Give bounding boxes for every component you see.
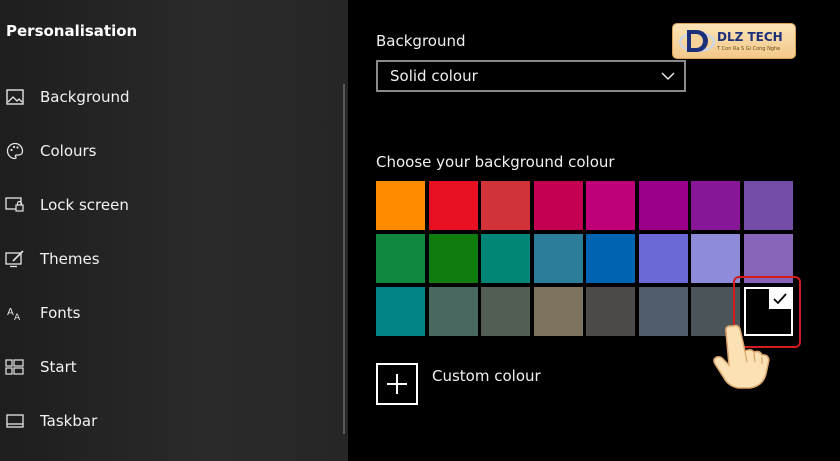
colour-swatch[interactable] <box>376 234 425 283</box>
sidebar-item-label: Lock screen <box>40 196 129 214</box>
colour-swatch[interactable] <box>691 181 740 230</box>
sidebar-item-label: Themes <box>40 250 100 268</box>
background-label: Background <box>376 32 466 50</box>
plus-icon <box>387 374 407 394</box>
colour-swatch[interactable] <box>534 287 583 336</box>
start-icon <box>5 358 25 376</box>
custom-colour-label[interactable]: Custom colour <box>432 367 541 385</box>
svg-text:A: A <box>7 307 14 318</box>
custom-colour-button[interactable] <box>376 363 418 405</box>
colour-swatch[interactable] <box>639 287 688 336</box>
colour-swatch[interactable] <box>429 234 478 283</box>
choose-colour-label: Choose your background colour <box>376 153 615 171</box>
colour-swatch[interactable] <box>586 287 635 336</box>
sidebar-item-label: Colours <box>40 142 97 160</box>
themes-icon <box>5 250 25 268</box>
sidebar-title: Personalisation <box>6 22 138 40</box>
colour-swatch[interactable] <box>429 181 478 230</box>
colour-swatch[interactable] <box>376 287 425 336</box>
sidebar-item-colours[interactable]: Colours <box>0 131 340 171</box>
logo-mark-icon <box>679 30 715 52</box>
colour-swatch[interactable] <box>639 234 688 283</box>
chevron-down-icon <box>660 68 676 84</box>
sidebar-item-taskbar[interactable]: Taskbar <box>0 401 340 441</box>
taskbar-icon <box>5 412 25 430</box>
colour-swatch[interactable] <box>376 181 425 230</box>
logo-subtext: T Con Ra S Gi Cong Nghe <box>717 46 781 52</box>
colour-swatch[interactable] <box>534 234 583 283</box>
sidebar-item-themes[interactable]: Themes <box>0 239 340 279</box>
colour-swatch[interactable] <box>481 287 530 336</box>
sidebar-item-label: Background <box>40 88 130 106</box>
colour-swatch[interactable] <box>744 181 793 230</box>
colour-swatch[interactable] <box>481 181 530 230</box>
background-type-dropdown[interactable]: Solid colour <box>376 60 686 92</box>
colour-swatch[interactable] <box>481 234 530 283</box>
colour-swatch[interactable] <box>586 234 635 283</box>
lock-screen-icon <box>5 196 25 214</box>
colour-swatch[interactable] <box>691 234 740 283</box>
colour-swatch[interactable] <box>586 181 635 230</box>
pointing-hand-icon <box>713 324 770 389</box>
sidebar-item-lock-screen[interactable]: Lock screen <box>0 185 340 225</box>
sidebar-item-label: Fonts <box>40 304 81 322</box>
fonts-icon: AA <box>5 304 25 322</box>
sidebar: Personalisation Background Colours Lock … <box>0 0 348 461</box>
sidebar-scrollbar[interactable] <box>343 84 345 434</box>
palette-icon <box>5 142 25 160</box>
sidebar-item-fonts[interactable]: AA Fonts <box>0 293 340 333</box>
sidebar-item-label: Taskbar <box>40 412 98 430</box>
sidebar-item-start[interactable]: Start <box>0 347 340 387</box>
colour-swatch[interactable] <box>429 287 478 336</box>
colour-swatch[interactable] <box>534 181 583 230</box>
sidebar-item-background[interactable]: Background <box>0 77 340 117</box>
dropdown-value: Solid colour <box>390 67 478 85</box>
picture-icon <box>5 88 25 106</box>
dlz-tech-logo: DLZ TECH T Con Ra S Gi Cong Nghe <box>672 23 796 59</box>
colour-swatch[interactable] <box>639 181 688 230</box>
svg-text:A: A <box>14 313 21 321</box>
logo-text: DLZ TECH <box>717 30 783 44</box>
sidebar-item-label: Start <box>40 358 77 376</box>
